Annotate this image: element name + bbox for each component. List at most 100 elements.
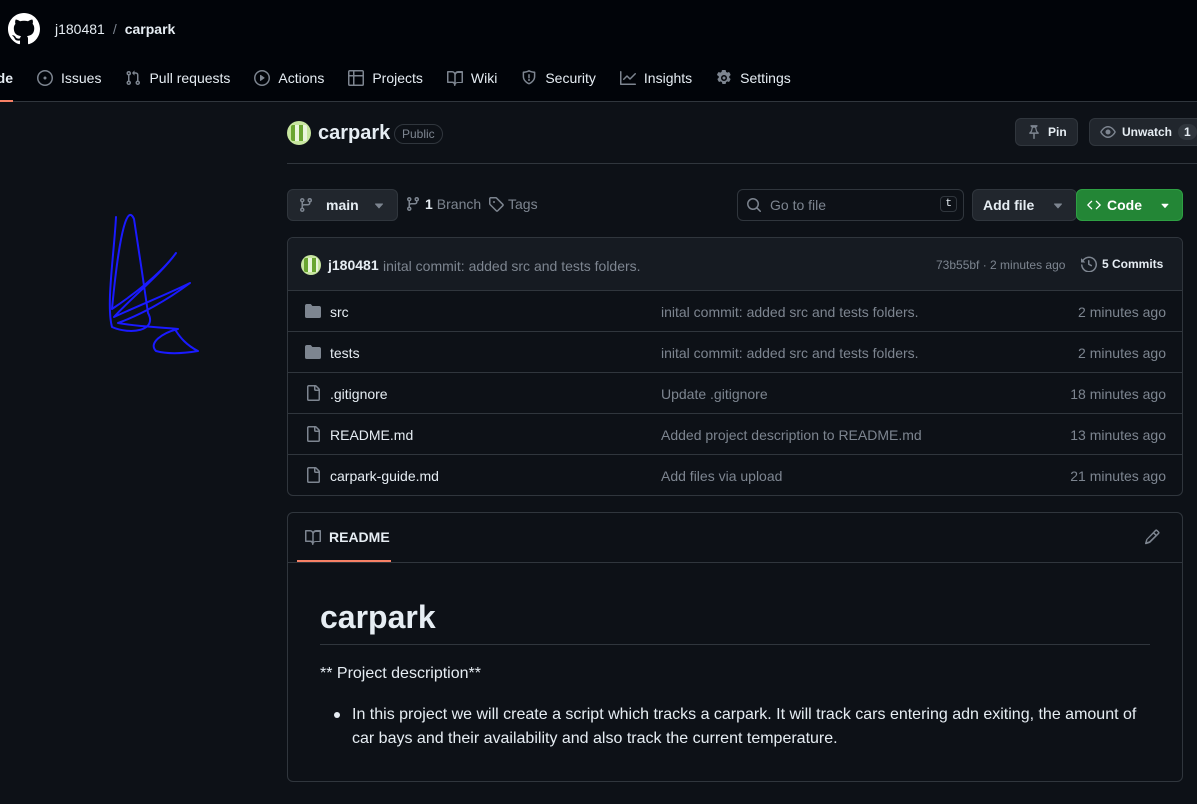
readme-heading: carpark [320, 599, 1150, 645]
history-icon [1081, 256, 1097, 272]
code-button[interactable]: Code [1076, 189, 1183, 221]
pencil-icon [1144, 529, 1160, 545]
tab-projects[interactable]: Projects [336, 66, 435, 90]
branch-count-label: Branch [436, 196, 482, 212]
gear-icon [717, 70, 731, 85]
file-name[interactable]: tests [330, 345, 360, 361]
git-branch-icon [407, 196, 419, 212]
tab-insights[interactable]: Insights [608, 66, 704, 90]
repo-nav: Code Issues Pull requests Actions Projec… [0, 66, 803, 102]
tab-actions-label: Actions [278, 70, 325, 86]
latest-commit-row: j180481 inital commit: added src and tes… [288, 238, 1182, 291]
shield-icon [522, 70, 536, 85]
triangle-down-icon [374, 203, 383, 209]
book-icon [305, 529, 321, 545]
file-row-readme[interactable]: README.md Added project description to R… [288, 414, 1182, 455]
commit-meta[interactable]: 73b55bf · 2 minutes ago [936, 258, 1065, 272]
git-pull-request-icon [126, 70, 141, 86]
tab-code-label: Code [0, 70, 13, 86]
shortcut-key: t [940, 196, 957, 212]
tab-security-label: Security [545, 70, 596, 86]
go-to-file-search[interactable]: t [737, 189, 964, 221]
folder-icon [305, 304, 321, 318]
breadcrumb-separator: / [112, 21, 117, 37]
pin-button[interactable]: Pin [1015, 118, 1078, 146]
tab-security[interactable]: Security [509, 66, 608, 90]
repo-owner-avatar[interactable] [287, 121, 311, 145]
repo-header: j180481 / carpark Code Issues Pull reque… [0, 0, 1197, 102]
file-row-src[interactable]: src inital commit: added src and tests f… [288, 291, 1182, 332]
triangle-down-icon [1054, 203, 1063, 209]
branch-name: main [326, 197, 359, 213]
tab-wiki[interactable]: Wiki [435, 66, 509, 90]
file-toolbar: main 1 Branch Tags t Add file Code [287, 189, 1183, 221]
branch-count: 1 [425, 196, 433, 212]
commit-message[interactable]: inital commit: added src and tests folde… [383, 258, 641, 274]
tab-actions[interactable]: Actions [242, 66, 336, 90]
pin-icon [1029, 125, 1039, 139]
edit-readme-button[interactable] [1144, 529, 1160, 548]
github-logo-icon[interactable] [8, 13, 40, 45]
file-updated-time: 2 minutes ago [1078, 304, 1166, 320]
readme-tab-label: README [329, 528, 390, 545]
file-updated-time: 13 minutes ago [1070, 427, 1166, 443]
add-file-label: Add file [983, 197, 1035, 213]
repo-title-row: carpark Public Pin Unwatch 1 [287, 118, 1197, 164]
file-commit-message[interactable]: Added project description to README.md [661, 427, 922, 443]
folder-icon [305, 345, 321, 359]
tab-settings-label: Settings [740, 70, 791, 86]
file-name[interactable]: src [330, 304, 349, 320]
tags-link[interactable]: Tags [488, 196, 538, 212]
file-updated-time: 21 minutes ago [1070, 468, 1166, 484]
table-icon [348, 70, 365, 86]
tab-issues[interactable]: Issues [25, 66, 113, 90]
graph-icon [619, 71, 636, 85]
commits-count-label: 5 Commits [1102, 257, 1164, 271]
branches-link[interactable]: 1 Branch [405, 196, 481, 212]
tab-insights-label: Insights [643, 70, 693, 86]
file-icon [307, 467, 320, 483]
triangle-down-icon [1161, 203, 1169, 208]
tab-readme[interactable]: README [297, 513, 391, 562]
tab-wiki-label: Wiki [470, 70, 498, 86]
commits-link[interactable]: 5 Commits [1081, 256, 1163, 272]
tab-pull-requests[interactable]: Pull requests [113, 66, 242, 90]
file-commit-message[interactable]: Update .gitignore [661, 386, 768, 402]
breadcrumb: j180481 / carpark [55, 21, 175, 37]
readme-paragraph: ** Project description** [320, 665, 481, 682]
go-to-file-input[interactable] [770, 197, 920, 213]
file-commit-message[interactable]: Add files via upload [661, 468, 782, 484]
visibility-badge: Public [394, 124, 443, 144]
file-updated-time: 2 minutes ago [1078, 345, 1166, 361]
file-row-carpark-guide[interactable]: carpark-guide.md Add files via upload 21… [288, 455, 1182, 495]
tab-settings[interactable]: Settings [704, 66, 803, 90]
file-name[interactable]: .gitignore [330, 386, 388, 402]
file-name[interactable]: carpark-guide.md [330, 468, 439, 484]
readme-panel: README carpark ** Project description** … [287, 512, 1183, 782]
code-icon [1087, 200, 1101, 210]
file-row-gitignore[interactable]: .gitignore Update .gitignore 18 minutes … [288, 373, 1182, 414]
file-commit-message[interactable]: inital commit: added src and tests folde… [661, 304, 919, 320]
branch-select-button[interactable]: main [287, 189, 398, 221]
file-commit-message[interactable]: inital commit: added src and tests folde… [661, 345, 919, 361]
hand-drawn-scribble [108, 213, 199, 355]
breadcrumb-repo[interactable]: carpark [125, 21, 176, 37]
code-label: Code [1107, 197, 1142, 213]
eye-icon [1100, 126, 1116, 138]
file-row-tests[interactable]: tests inital commit: added src and tests… [288, 332, 1182, 373]
breadcrumb-owner[interactable]: j180481 [55, 21, 105, 37]
repo-title[interactable]: carpark [318, 122, 390, 145]
file-list: j180481 inital commit: added src and tes… [287, 237, 1183, 496]
add-file-button[interactable]: Add file [972, 189, 1078, 221]
file-icon [307, 385, 320, 401]
commit-author-avatar[interactable] [301, 255, 321, 275]
file-name[interactable]: README.md [330, 427, 413, 443]
tab-pull-requests-label: Pull requests [149, 70, 231, 86]
tag-icon [489, 197, 504, 212]
commit-author[interactable]: j180481 [328, 257, 379, 273]
pin-label: Pin [1048, 125, 1067, 139]
unwatch-button[interactable]: Unwatch 1 [1089, 118, 1197, 146]
tab-code[interactable]: Code [0, 66, 25, 102]
issue-opened-icon [37, 70, 53, 86]
book-icon [446, 70, 463, 86]
